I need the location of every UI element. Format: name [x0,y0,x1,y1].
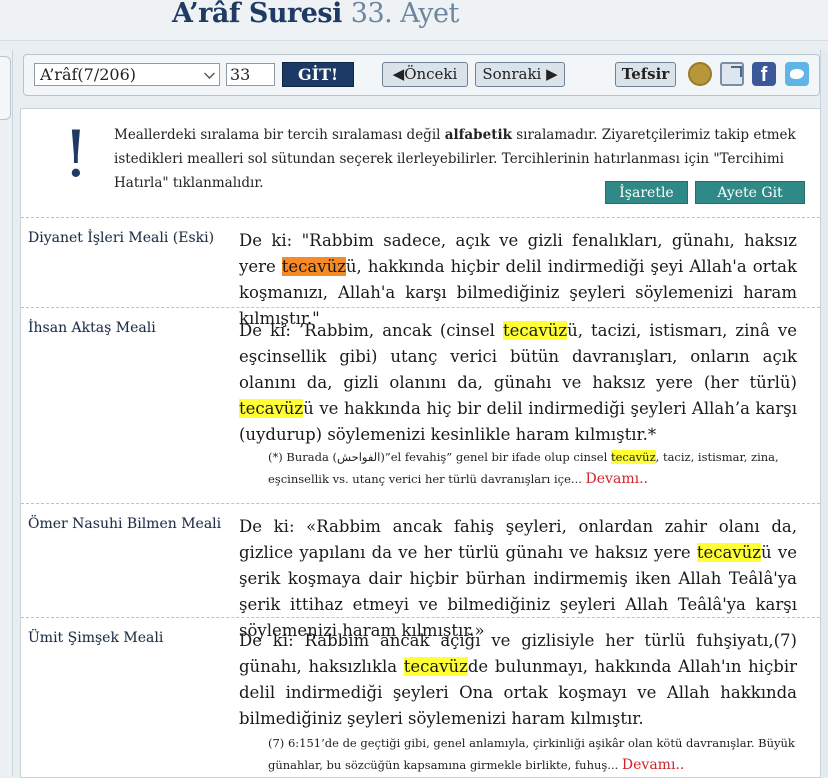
surah-title: A’râf Suresi [172,0,342,29]
navigation-toolbar: A’râf(7/206) 33 GİT! ◀Önceki Sonraki ▶ T… [23,54,820,96]
highlight-term: tecavüz [403,657,468,676]
translation-row: Ümit Şimşek Meali De ki: Rabbim ancak aç… [21,617,820,778]
title-bar: A’râf Suresi 33. Ayet [0,0,828,41]
next-button[interactable]: Sonraki ▶ [475,62,565,87]
facebook-icon[interactable]: f [752,62,776,86]
seal-icon[interactable] [688,62,712,86]
ayah-number-input[interactable]: 33 [226,63,275,86]
translator-name[interactable]: Diyanet İşleri Meali (Eski) [28,230,214,246]
tefsir-button[interactable]: Tefsir [615,62,676,87]
translations-panel: ! Meallerdeki sıralama bir tercih sırala… [20,108,821,778]
chevron-down-icon [204,68,215,79]
go-to-ayah-button[interactable]: Ayete Git [695,181,805,204]
highlight-term: tecavüz [610,450,656,464]
sidebar-toggle-tab[interactable] [0,56,11,120]
mark-button[interactable]: İşaretle [605,181,688,204]
translation-text: De ki: Rabbim ancak açığı ve gizlisiyle … [239,631,797,728]
share-icon[interactable] [720,62,744,86]
surah-select-value: A’râf(7/206) [40,65,136,84]
translation-row: İhsan Aktaş Meali De ki: ’Rabbim, ancak … [21,307,820,504]
left-sidebar-edge [0,50,13,776]
translation-row: Ömer Nasuhi Bilmen Meali De ki: «Rabbim … [21,503,820,640]
highlight-term: tecavüz [281,257,346,276]
highlight-term: tecavüz [239,399,304,418]
surah-select[interactable]: A’râf(7/206) [34,63,220,86]
more-link[interactable]: Devamı.. [622,757,684,773]
ayah-title: 33. Ayet [350,0,460,29]
footnote: (7) 6:151’de de geçtiği gibi, genel anla… [268,736,795,773]
go-button[interactable]: GİT! [282,62,354,87]
footnote: (*) Burada (الفواحش)”el fevahiş” genel b… [268,450,779,487]
page-title: A’râf Suresi 33. Ayet [172,0,459,29]
highlight-term: tecavüz [502,321,568,340]
more-link[interactable]: Devamı.. [586,471,648,487]
previous-button[interactable]: ◀Önceki [382,62,468,87]
exclamation-icon: ! [63,118,89,192]
translator-name[interactable]: İhsan Aktaş Meali [28,320,156,336]
translation-row: Diyanet İşleri Meali (Eski) De ki: "Rabb… [21,217,820,328]
notice-bold: alfabetik [444,127,512,143]
twitter-icon[interactable] [785,62,809,86]
highlight-term: tecavüz [696,543,762,562]
translation-text: De ki: ’Rabbim, ancak (cinsel tecavüzü, … [239,321,797,444]
right-scroll-edge [820,50,828,776]
translator-name[interactable]: Ömer Nasuhi Bilmen Meali [28,516,221,532]
translator-name[interactable]: Ümit Şimşek Meali [28,630,163,646]
